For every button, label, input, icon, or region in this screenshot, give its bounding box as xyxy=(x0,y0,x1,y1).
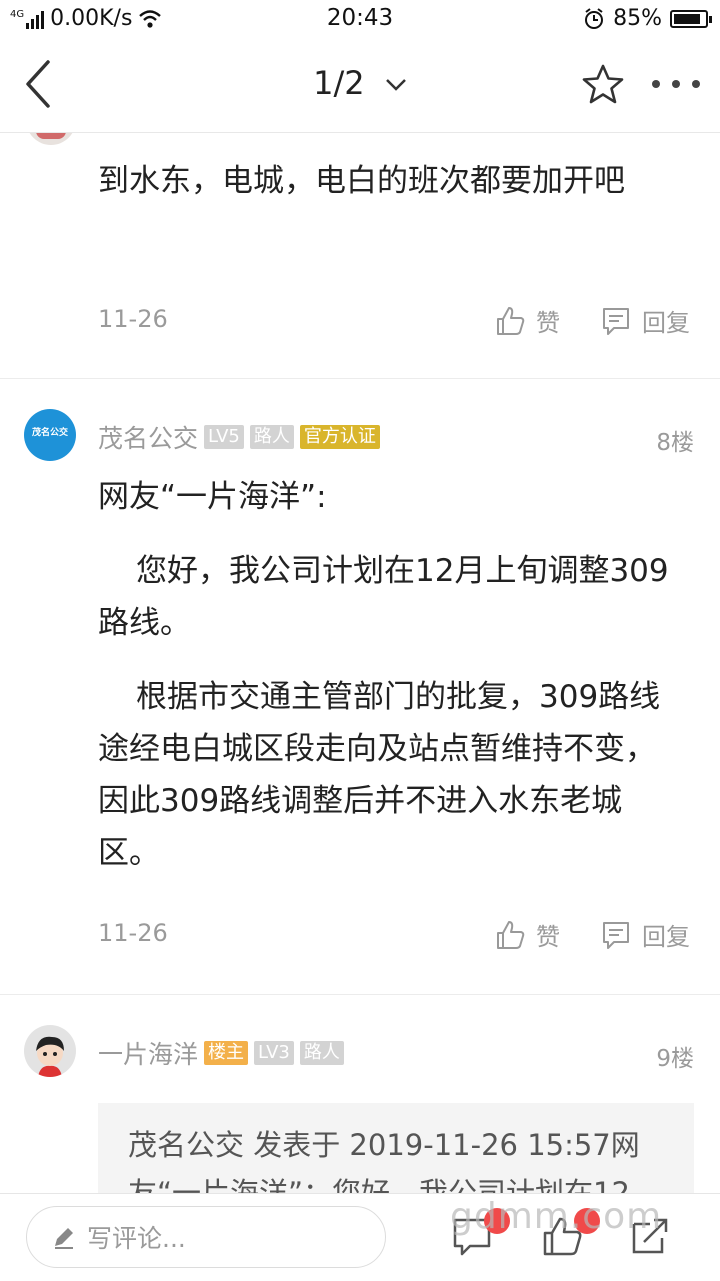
more-options-icon[interactable] xyxy=(648,68,704,100)
author-line: 茂名公交 LV5 路人 官方认证 xyxy=(98,419,380,455)
level-badge: LV5 xyxy=(204,425,244,449)
reply-button[interactable]: 回复 xyxy=(600,917,690,952)
comment-time: 11-26 xyxy=(98,919,168,947)
reply-bubble-icon xyxy=(603,921,629,949)
battery-icon xyxy=(670,9,712,28)
comment-text: 到水东，电城，电白的班次都要加开吧 xyxy=(98,163,625,199)
floor-number: 9楼 xyxy=(656,1046,694,1072)
status-bar: 4G 0.00K/s 20:43 85% xyxy=(0,0,720,38)
reply-label: 回复 xyxy=(642,923,690,951)
comment-paragraph: 网友“一片海洋”: xyxy=(98,479,327,515)
divider xyxy=(0,378,720,379)
pencil-icon xyxy=(55,1228,73,1249)
reply-label: 回复 xyxy=(642,309,690,337)
battery-percent: 85% xyxy=(613,6,662,31)
comment-time: 11-26 xyxy=(98,305,168,333)
role-badge: 路人 xyxy=(249,425,294,449)
author-name[interactable]: 一片海洋 xyxy=(98,1035,198,1071)
cartoon-avatar-icon xyxy=(36,1036,64,1077)
op-badge: 楼主 xyxy=(204,1041,249,1065)
comment-placeholder: 写评论... xyxy=(87,1224,186,1253)
like-button[interactable]: 赞 xyxy=(494,303,560,338)
quoted-comment[interactable]: 茂名公交 发表于 2019-11-26 15:57网友“一片海洋”：您好，我公司… xyxy=(98,1103,694,1193)
top-nav-bar: 1/2 xyxy=(0,38,720,133)
thumbs-up-icon xyxy=(497,920,525,949)
comments-list[interactable]: 到水东，电城，电白的班次都要加开吧 11-26 赞 回复 茂名公交 茂名公交 L… xyxy=(0,133,720,1193)
favorite-star-icon[interactable] xyxy=(580,62,626,108)
reply-bubble-icon xyxy=(603,307,629,335)
avatar[interactable] xyxy=(24,1025,76,1077)
avatar[interactable]: 茂名公交 xyxy=(24,409,76,461)
page-indicator: 1/2 xyxy=(313,64,365,102)
reply-button[interactable]: 回复 xyxy=(600,303,690,338)
alarm-icon xyxy=(585,7,604,29)
level-badge: LV3 xyxy=(254,1041,294,1065)
comment-paragraph: 根据市交通主管部门的批复，309路线途经电白城区段走向及站点暂维持不变，因此30… xyxy=(98,679,661,871)
divider xyxy=(0,994,720,995)
thumbs-up-icon xyxy=(497,306,525,335)
avatar[interactable] xyxy=(26,133,76,145)
floor-number: 8楼 xyxy=(656,430,694,456)
chevron-down-icon xyxy=(385,79,406,91)
like-label: 赞 xyxy=(536,309,560,337)
like-button[interactable]: 赞 xyxy=(494,917,560,952)
role-badge: 路人 xyxy=(299,1041,344,1065)
official-badge: 官方认证 xyxy=(299,425,380,449)
author-line: 一片海洋 楼主 LV3 路人 xyxy=(98,1035,344,1071)
like-label: 赞 xyxy=(536,923,560,951)
comment-paragraph: 您好，我公司计划在12月上旬调整309路线。 xyxy=(98,553,669,641)
comment-input[interactable]: 写评论... xyxy=(26,1206,386,1268)
quoted-text: 茂名公交 发表于 2019-11-26 15:57网友“一片海洋”：您好，我公司… xyxy=(128,1128,640,1193)
watermark: gdmm.com xyxy=(450,1196,663,1237)
avatar-logo-text: 茂名公交 xyxy=(31,428,68,438)
author-name[interactable]: 茂名公交 xyxy=(98,419,198,455)
